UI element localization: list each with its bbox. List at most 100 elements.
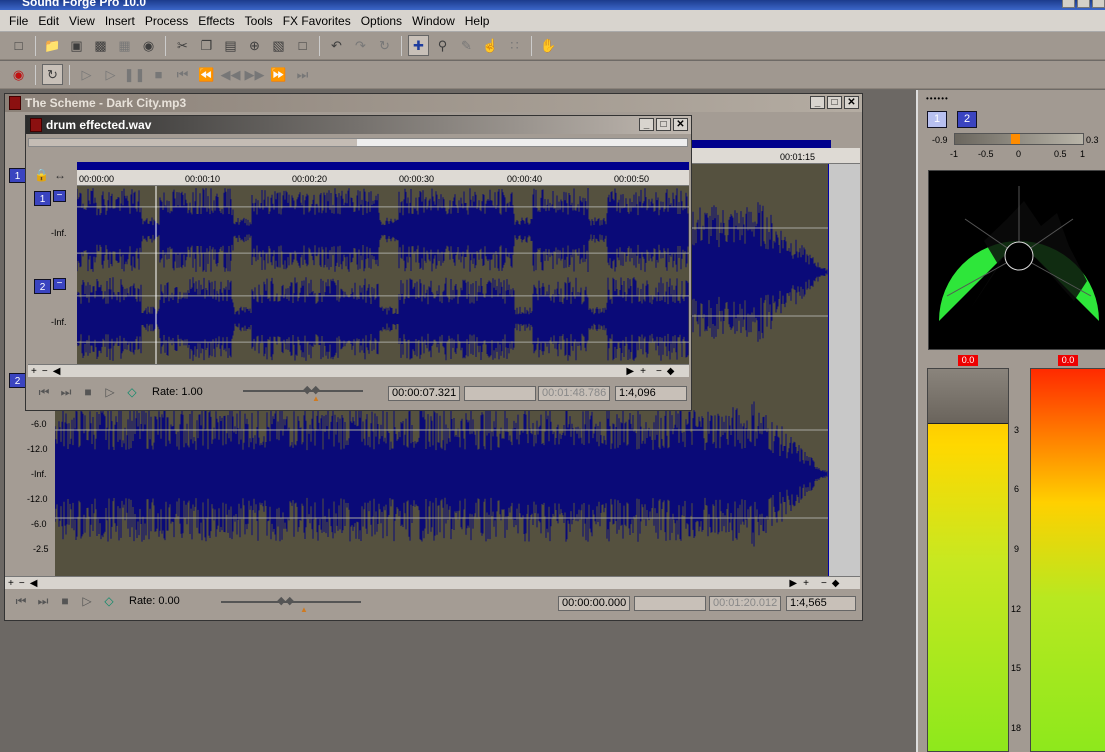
channel-2-button[interactable]: 2 xyxy=(9,373,26,388)
panel-grip[interactable]: •••••• xyxy=(926,94,949,103)
overview-track[interactable] xyxy=(28,138,688,147)
save-as-icon[interactable]: ▩ xyxy=(90,35,111,56)
paste-icon[interactable]: ▤ xyxy=(220,35,241,56)
minimize-button[interactable] xyxy=(1062,0,1075,8)
forward-icon[interactable]: ⏩ xyxy=(268,64,289,85)
scroll-right-icon[interactable]: ▶ xyxy=(626,366,634,377)
scroll-left-icon[interactable]: ◀ xyxy=(53,366,61,377)
menu-effects[interactable]: Effects xyxy=(193,14,239,28)
pause-icon[interactable]: ❚❚ xyxy=(124,64,146,85)
go-to-end-icon[interactable]: ⏭ xyxy=(292,64,313,85)
open-icon[interactable]: 📁 xyxy=(42,35,63,56)
zoom-in-icon[interactable]: + xyxy=(31,366,37,377)
scroll-left-icon[interactable]: ◀ xyxy=(30,578,38,589)
cursor-position-field[interactable]: 00:00:07.321 xyxy=(388,386,460,401)
zoom-out-icon[interactable]: − xyxy=(42,366,48,377)
zoom-ratio-field[interactable]: 1:4,565 xyxy=(786,596,856,611)
zoom-out-icon[interactable]: − xyxy=(19,578,25,589)
go-to-start-icon[interactable]: ⏮ xyxy=(36,384,52,400)
snap-icon[interactable]: ↔ xyxy=(54,168,66,182)
zoom-in-icon[interactable]: + xyxy=(803,578,809,589)
channel-1-button[interactable]: 1 xyxy=(34,191,51,206)
menu-insert[interactable]: Insert xyxy=(100,14,140,28)
menu-process[interactable]: Process xyxy=(140,14,193,28)
next-icon[interactable]: ▶▶ xyxy=(244,64,265,85)
stop-icon[interactable]: ■ xyxy=(148,64,169,85)
rate-slider-handle[interactable]: ◆◆ xyxy=(277,594,294,607)
new-icon[interactable]: □ xyxy=(8,35,29,56)
channel-2-minimize[interactable]: − xyxy=(53,278,66,290)
selection-length-field[interactable] xyxy=(464,386,536,401)
play-icon[interactable]: ▷ xyxy=(79,593,95,609)
overview-bar[interactable] xyxy=(77,162,689,170)
edit-tool-icon[interactable]: ✚ xyxy=(408,35,429,56)
cursor-position-field[interactable]: 00:00:00.000 xyxy=(558,596,630,611)
peak-hold-left[interactable]: 0.0 xyxy=(958,355,978,366)
menu-options[interactable]: Options xyxy=(356,14,407,28)
redo-icon[interactable]: ↷ xyxy=(350,35,371,56)
render-icon[interactable]: ▦ xyxy=(114,35,135,56)
go-to-end-icon[interactable]: ⏭ xyxy=(58,384,74,400)
crop-icon[interactable]: ▧ xyxy=(268,35,289,56)
play-normal-icon[interactable]: ◇ xyxy=(124,384,140,400)
overview-thumb[interactable] xyxy=(29,139,357,146)
save-icon[interactable]: ▣ xyxy=(66,35,87,56)
window-minimize-button[interactable]: _ xyxy=(810,96,825,109)
menu-file[interactable]: File xyxy=(4,14,33,28)
play-icon[interactable]: ▷ xyxy=(100,64,121,85)
trim-icon[interactable]: □ xyxy=(292,35,313,56)
channel-1-minimize[interactable]: − xyxy=(53,190,66,202)
go-to-end-icon[interactable]: ⏭ xyxy=(35,593,51,609)
zoom-ratio-field[interactable]: 1:4,096 xyxy=(615,386,687,401)
horizontal-scrollbar[interactable]: + − ◀ ▶ + − ◆ xyxy=(28,364,689,377)
zoom-out-icon[interactable]: − xyxy=(656,366,662,377)
repeat-icon[interactable]: ↻ xyxy=(374,35,395,56)
waveform-area[interactable] xyxy=(77,186,689,364)
zoom-fit-icon[interactable]: ◆ xyxy=(667,366,675,377)
menu-tools[interactable]: Tools xyxy=(240,14,278,28)
window-title-bar[interactable]: drum effected.wav _ □ ✕ xyxy=(26,116,691,134)
meter-channel-1-button[interactable]: 1 xyxy=(927,111,947,128)
cd-icon[interactable]: ◉ xyxy=(138,35,159,56)
go-to-start-icon[interactable]: ⏮ xyxy=(13,593,29,609)
mix-icon[interactable]: ⊕ xyxy=(244,35,265,56)
window-minimize-button[interactable]: _ xyxy=(639,118,654,131)
cut-icon[interactable]: ✂ xyxy=(172,35,193,56)
window-close-button[interactable]: ✕ xyxy=(673,118,688,131)
zoom-in-icon[interactable]: + xyxy=(640,366,646,377)
window-maximize-button[interactable]: □ xyxy=(656,118,671,131)
loop-icon[interactable]: ↻ xyxy=(42,64,63,85)
selection-length-field[interactable] xyxy=(634,596,706,611)
menu-fx-favorites[interactable]: FX Favorites xyxy=(278,14,356,28)
zoom-in-icon[interactable]: + xyxy=(8,578,14,589)
peak-hold-right[interactable]: 0.0 xyxy=(1058,355,1078,366)
zoom-fit-icon[interactable]: ◆ xyxy=(832,578,840,589)
close-button[interactable] xyxy=(1092,0,1105,8)
maximize-button[interactable] xyxy=(1077,0,1090,8)
horizontal-scrollbar[interactable]: + − ◀ ▶ + − ◆ xyxy=(5,576,860,589)
channel-2-button[interactable]: 2 xyxy=(34,279,51,294)
previous-icon[interactable]: ◀◀ xyxy=(220,64,241,85)
stop-icon[interactable]: ■ xyxy=(80,384,96,400)
scroll-right-icon[interactable]: ▶ xyxy=(789,578,797,589)
menu-view[interactable]: View xyxy=(64,14,100,28)
play-all-icon[interactable]: ▷ xyxy=(76,64,97,85)
menu-window[interactable]: Window xyxy=(407,14,460,28)
meter-channel-2-button[interactable]: 2 xyxy=(957,111,977,128)
menu-help[interactable]: Help xyxy=(460,14,495,28)
lock-icon[interactable]: 🔒 xyxy=(34,168,49,182)
window-title-bar[interactable]: The Scheme - Dark City.mp3 _ □ ✕ xyxy=(5,94,862,112)
play-normal-icon[interactable]: ◇ xyxy=(101,593,117,609)
properties-icon[interactable]: ✋ xyxy=(538,35,559,56)
event-tool-icon[interactable]: ∷ xyxy=(504,35,525,56)
window-maximize-button[interactable]: □ xyxy=(827,96,842,109)
record-icon[interactable]: ◉ xyxy=(8,64,29,85)
zoom-out-icon[interactable]: − xyxy=(821,578,827,589)
envelope-tool-icon[interactable]: ☝ xyxy=(480,35,501,56)
magnify-tool-icon[interactable]: ⚲ xyxy=(432,35,453,56)
pencil-tool-icon[interactable]: ✎ xyxy=(456,35,477,56)
channel-1-button[interactable]: 1 xyxy=(9,168,26,183)
window-close-button[interactable]: ✕ xyxy=(844,96,859,109)
undo-icon[interactable]: ↶ xyxy=(326,35,347,56)
rewind-icon[interactable]: ⏪ xyxy=(196,64,217,85)
